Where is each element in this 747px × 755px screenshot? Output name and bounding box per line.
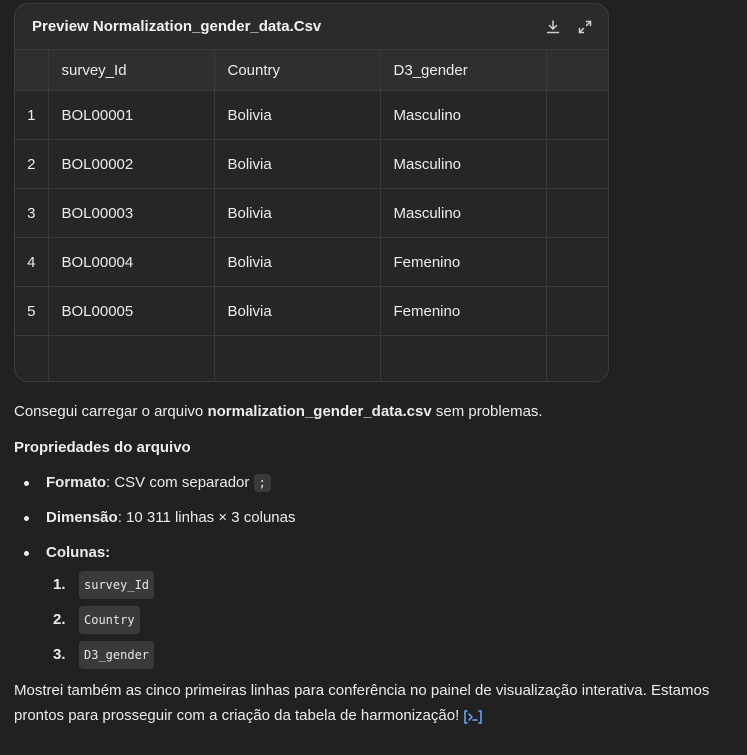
code-trace-icon[interactable] — [463, 708, 483, 724]
card-header: Preview Normalization_gender_data.Csv — [15, 4, 608, 50]
cell-survey-id: BOL00003 — [48, 188, 215, 238]
row-number: 4 — [15, 237, 49, 287]
list-item-columns: Colunas: 1. survey_Id 2. Country 3. D3_gend… — [14, 541, 734, 669]
intro-text-end: sem problemas. — [431, 403, 543, 420]
dimension-label: Dimensão — [46, 509, 118, 526]
final-paragraph: Mostrei também as cinco primeiras linhas… — [14, 678, 734, 728]
cell-gender: Masculino — [380, 139, 547, 189]
csv-preview-card: Preview Normalization_gender_data.Csv su… — [14, 3, 609, 382]
row-number — [15, 335, 49, 381]
spacer-header — [546, 50, 608, 91]
column-code: Country — [79, 606, 140, 634]
intro-text: Consegui carregar o arquivo — [14, 403, 208, 420]
download-icon[interactable] — [544, 18, 562, 36]
row-number: 1 — [15, 90, 49, 140]
cell-gender: Femenino — [380, 286, 547, 336]
cell-country: Bolivia — [214, 237, 381, 287]
table-row: 5 BOL00005 Bolivia Femenino — [15, 286, 608, 336]
row-number: 5 — [15, 286, 49, 336]
cell-spacer — [546, 139, 608, 189]
table-row: 4 BOL00004 Bolivia Femenino — [15, 237, 608, 287]
table-row: 2 BOL00002 Bolivia Masculino — [15, 139, 608, 189]
cell-gender: Masculino — [380, 188, 547, 238]
column-code: survey_Id — [79, 571, 155, 599]
empty-cell — [380, 335, 547, 381]
column-number: 1. — [53, 576, 66, 593]
cell-country: Bolivia — [214, 286, 381, 336]
row-number-header — [15, 50, 49, 91]
intro-paragraph: Consegui carregar o arquivo normalizatio… — [14, 400, 734, 424]
cell-country: Bolivia — [214, 90, 381, 140]
table-row: 3 BOL00003 Bolivia Masculino — [15, 188, 608, 238]
cell-survey-id: BOL00004 — [48, 237, 215, 287]
cell-spacer — [546, 286, 608, 336]
format-text: : CSV com separador — [106, 474, 254, 491]
column-item: 2. Country — [46, 606, 734, 634]
column-header[interactable]: Country — [214, 50, 381, 91]
file-name: normalization_gender_data.csv — [207, 403, 432, 420]
cell-spacer — [546, 188, 608, 238]
column-item: 1. survey_Id — [46, 571, 734, 599]
table-header-row: survey_Id Country D3_gender — [15, 50, 608, 91]
cell-gender: Masculino — [380, 90, 547, 140]
cell-survey-id: BOL00005 — [48, 286, 215, 336]
properties-list: Formato: CSV com separador ; Dimensão: 1… — [14, 471, 734, 669]
final-text: Mostrei também as cinco primeiras linhas… — [14, 682, 710, 724]
cell-gender: Femenino — [380, 237, 547, 287]
properties-heading: Propriedades do arquivo — [14, 439, 191, 456]
column-number: 3. — [53, 646, 66, 663]
format-label: Formato — [46, 474, 106, 491]
cell-country: Bolivia — [214, 188, 381, 238]
column-number: 2. — [53, 611, 66, 628]
preview-table: survey_Id Country D3_gender 1 BOL00001 B… — [15, 50, 608, 381]
card-title: Preview Normalization_gender_data.Csv — [32, 18, 322, 35]
cell-survey-id: BOL00002 — [48, 139, 215, 189]
list-item-dimension: Dimensão: 10 311 linhas × 3 colunas — [14, 506, 734, 530]
expand-icon[interactable] — [576, 18, 594, 36]
column-item: 3. D3_gender — [46, 641, 734, 669]
table-row: 1 BOL00001 Bolivia Masculino — [15, 90, 608, 140]
cell-country: Bolivia — [214, 139, 381, 189]
columns-list: 1. survey_Id 2. Country 3. D3_gender — [46, 571, 734, 669]
dimension-text: : 10 311 linhas × 3 colunas — [117, 509, 296, 526]
card-actions — [544, 18, 594, 36]
separator-code: ; — [253, 474, 271, 492]
cell-spacer — [546, 237, 608, 287]
column-code: D3_gender — [79, 641, 155, 669]
list-item-format: Formato: CSV com separador ; — [14, 471, 734, 495]
column-header[interactable]: D3_gender — [380, 50, 547, 91]
row-number: 2 — [15, 139, 49, 189]
cell-spacer — [546, 90, 608, 140]
cell-survey-id: BOL00001 — [48, 90, 215, 140]
columns-label: Colunas: — [46, 544, 111, 561]
empty-cell — [546, 335, 608, 381]
empty-cell — [214, 335, 381, 381]
empty-cell — [48, 335, 215, 381]
assistant-message: Consegui carregar o arquivo normalizatio… — [14, 400, 734, 728]
row-number: 3 — [15, 188, 49, 238]
empty-row — [15, 335, 608, 381]
column-header[interactable]: survey_Id — [48, 50, 215, 91]
